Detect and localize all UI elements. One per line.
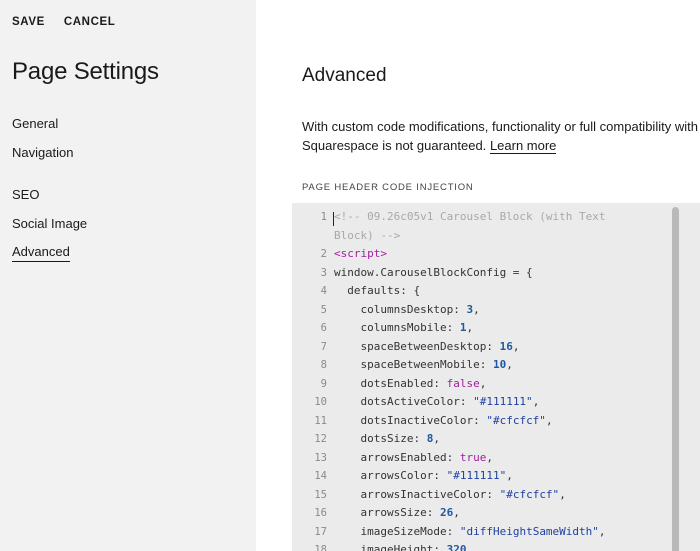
code-token: columnsDesktop: — [334, 302, 467, 316]
line-number: 13 — [314, 451, 327, 464]
section-title: Advanced — [302, 65, 387, 86]
code-token: dotsInactiveColor: — [334, 413, 487, 427]
code-token: , — [559, 487, 566, 501]
code-token: columnsMobile: — [334, 321, 460, 334]
code-text: dotsSize: 8, — [334, 430, 440, 449]
code-text: imageHeight: 320, — [334, 541, 473, 551]
cancel-button[interactable]: CANCEL — [64, 16, 116, 28]
code-token: "#cfcfcf" — [499, 487, 560, 501]
line-number: 18 — [314, 544, 327, 551]
code-injection-label: PAGE HEADER CODE INJECTION — [302, 182, 474, 193]
line-number: 11 — [314, 414, 327, 427]
top-actions: SAVE CANCEL — [12, 16, 115, 28]
code-token: false — [446, 376, 480, 390]
code-token: , — [466, 543, 474, 551]
sidebar-item-general[interactable]: General — [12, 116, 58, 131]
code-token: true — [459, 450, 487, 464]
line-number: 16 — [314, 507, 327, 519]
code-token: <!-- 09.26c05v1 Carousel Block (with Tex… — [334, 210, 606, 223]
code-token: arrowsInactiveColor: — [334, 487, 500, 501]
code-token: 320 — [446, 543, 467, 551]
advanced-panel: Advanced With custom code modifications,… — [256, 0, 700, 551]
sidebar-item-advanced[interactable]: Advanced — [12, 244, 70, 262]
code-text: arrowsEnabled: true, — [334, 449, 493, 468]
code-token: spaceBetweenDesktop: — [334, 339, 500, 353]
code-token: , — [545, 413, 553, 427]
line-number: 1 — [320, 211, 327, 223]
code-token: arrowsColor: — [334, 469, 447, 482]
code-token: 10 — [492, 358, 507, 371]
code-token: arrowsEnabled: — [334, 450, 460, 464]
code-token: "#111111" — [473, 395, 533, 408]
code-token: , — [466, 321, 474, 334]
code-token: , — [532, 395, 540, 408]
editor-scrollbar[interactable] — [672, 207, 679, 551]
code-token: arrowsSize: — [334, 506, 440, 519]
code-token: Block) --> — [334, 228, 401, 242]
code-text: columnsMobile: 1, — [334, 319, 473, 338]
code-text: <script> — [334, 245, 387, 264]
code-token: "diffHeightSameWidth" — [459, 524, 599, 538]
code-token: defaults: { — [334, 284, 421, 297]
code-token: , — [479, 376, 487, 390]
code-text: arrowsSize: 26, — [334, 504, 460, 523]
line-number: 7 — [320, 340, 327, 353]
line-number: 6 — [320, 322, 327, 334]
code-text: spaceBetweenMobile: 10, — [334, 356, 513, 375]
line-number: 14 — [314, 470, 327, 482]
description: With custom code modifications, function… — [302, 117, 700, 155]
code-token: "#111111" — [446, 469, 507, 482]
line-number: 8 — [320, 359, 327, 371]
code-token: , — [506, 358, 513, 371]
code-token: , — [506, 469, 513, 482]
line-number: 4 — [320, 285, 327, 297]
code-token: , — [486, 450, 493, 464]
code-text: imageSizeMode: "diffHeightSameWidth", — [334, 523, 606, 542]
code-token: , — [433, 432, 440, 445]
code-token: dotsActiveColor: — [334, 395, 474, 408]
code-text: window.CarouselBlockConfig = { — [334, 264, 533, 283]
code-editor[interactable]: 1 <!-- 09.26c05v1 Carousel Block (with Te… — [292, 203, 700, 551]
line-number: 3 — [320, 266, 327, 279]
sidebar-item-social-image[interactable]: Social Image — [12, 216, 87, 231]
code-text: defaults: { — [334, 282, 420, 301]
code-token: , — [512, 339, 520, 353]
line-number: 9 — [320, 377, 327, 390]
code-text: arrowsColor: "#111111", — [334, 467, 513, 486]
code-text: Block) --> — [334, 227, 400, 246]
code-token: spaceBetweenMobile: — [334, 358, 493, 371]
line-number: 5 — [320, 303, 327, 316]
line-number: 10 — [314, 396, 327, 408]
sidebar-item-seo[interactable]: SEO — [12, 187, 39, 202]
code-token: 16 — [499, 339, 513, 353]
code-token: , — [473, 302, 480, 316]
code-token: , — [598, 524, 606, 538]
code-text: spaceBetweenDesktop: 16, — [334, 338, 519, 357]
code-token: , — [453, 506, 460, 519]
code-text: columnsDesktop: 3, — [334, 301, 480, 320]
code-text: dotsEnabled: false, — [334, 375, 486, 394]
sidebar-item-navigation[interactable]: Navigation — [12, 145, 73, 160]
learn-more-link[interactable]: Learn more — [489, 138, 557, 154]
line-number: 17 — [314, 525, 327, 538]
code-text: arrowsInactiveColor: "#cfcfcf", — [334, 486, 566, 505]
code-token: <script> — [334, 247, 387, 260]
code-text: dotsActiveColor: "#111111", — [334, 393, 539, 412]
code-token: dotsEnabled: — [334, 376, 447, 390]
settings-sidebar: SAVE CANCEL Page Settings General Naviga… — [0, 0, 256, 551]
save-button[interactable]: SAVE — [12, 16, 45, 28]
code-token: imageHeight: — [334, 543, 447, 551]
code-token: 26 — [439, 506, 454, 519]
code-text: <!-- 09.26c05v1 Carousel Block (with Tex… — [334, 208, 606, 227]
code-token: dotsSize: — [334, 432, 427, 445]
code-token: window.CarouselBlockConfig = { — [334, 265, 533, 279]
line-number: 2 — [320, 248, 327, 260]
page-title: Page Settings — [12, 58, 159, 85]
code-text: dotsInactiveColor: "#cfcfcf", — [334, 412, 553, 431]
line-number: 15 — [314, 488, 327, 501]
code-token: imageSizeMode: — [334, 524, 460, 538]
text-cursor — [333, 212, 334, 226]
code-token: "#cfcfcf" — [486, 413, 546, 427]
line-number: 12 — [314, 433, 327, 445]
